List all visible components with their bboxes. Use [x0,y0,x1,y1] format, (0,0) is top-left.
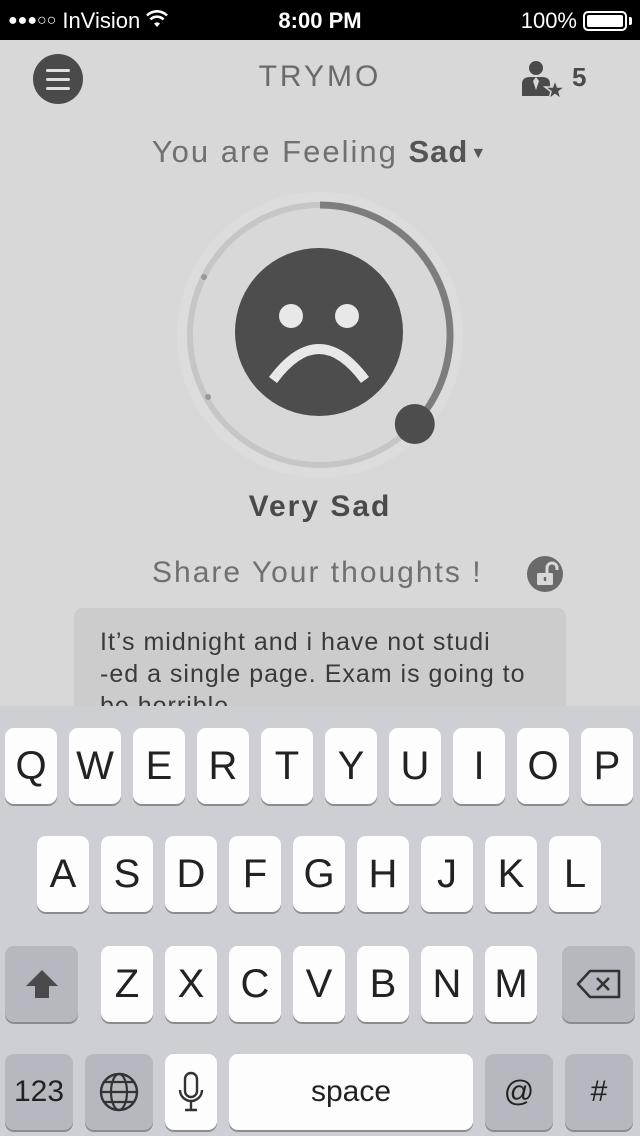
key-u[interactable]: U [389,728,441,804]
battery-percent: 100% [520,8,577,33]
key-t[interactable]: T [261,728,313,804]
key-a[interactable]: A [37,836,89,912]
key-q[interactable]: Q [5,728,57,804]
numbers-key[interactable]: 123 [5,1054,73,1130]
key-k[interactable]: K [485,836,537,912]
key-o[interactable]: O [517,728,569,804]
key-y[interactable]: Y [325,728,377,804]
feeling-selector[interactable]: You are Feeling Sad ▼ [0,134,640,170]
shift-arrow-icon [25,970,58,998]
mood-dial-marker [201,274,207,280]
feeling-prefix: You are Feeling [151,134,398,169]
key-x[interactable]: X [165,946,217,1022]
caret-down-icon[interactable]: ▼ [470,145,488,162]
key-v[interactable]: V [293,946,345,1022]
keyboard: QWERTYUIOP ASDFGHJKL ZXCVBNM 123 space @… [0,706,640,1136]
mood-level-label: Very Sad [248,490,392,523]
mood-dial-marker [205,394,211,400]
unlock-icon[interactable] [527,556,563,592]
key-r[interactable]: R [197,728,249,804]
space-key[interactable]: space [229,1054,473,1130]
key-p[interactable]: P [581,728,633,804]
key-d[interactable]: D [165,836,217,912]
globe-icon [99,1072,139,1112]
microphone-icon [178,1071,204,1112]
key-s[interactable]: S [101,836,153,912]
key-l[interactable]: L [549,836,601,912]
key-w[interactable]: W [69,728,121,804]
key-h[interactable]: H [357,836,409,912]
key-f[interactable]: F [229,836,281,912]
key-b[interactable]: B [357,946,409,1022]
delete-key[interactable] [562,946,635,1022]
microphone-key[interactable] [165,1054,217,1130]
friends-button[interactable]: 5 [518,56,618,106]
backspace-icon [576,969,620,999]
feeling-mood[interactable]: Sad [408,134,468,169]
key-i[interactable]: I [453,728,505,804]
key-c[interactable]: C [229,946,281,1022]
key-m[interactable]: M [485,946,537,1022]
hash-key[interactable]: # [565,1054,633,1130]
sad-face-icon [235,248,403,416]
key-e[interactable]: E [133,728,185,804]
key-g[interactable]: G [293,836,345,912]
globe-key[interactable] [85,1054,153,1130]
battery-icon [583,11,627,31]
key-j[interactable]: J [421,836,473,912]
person-star-icon [522,61,568,101]
at-key[interactable]: @ [485,1054,553,1130]
share-thoughts-label: Share Your thoughts ! [152,556,483,589]
friends-count: 5 [572,62,587,92]
key-z[interactable]: Z [101,946,153,1022]
battery: 100% [521,8,632,34]
shift-key[interactable] [5,946,78,1022]
key-n[interactable]: N [421,946,473,1022]
status-bar: ●●●○○ InVision 8:00 PM 100% [0,0,640,40]
